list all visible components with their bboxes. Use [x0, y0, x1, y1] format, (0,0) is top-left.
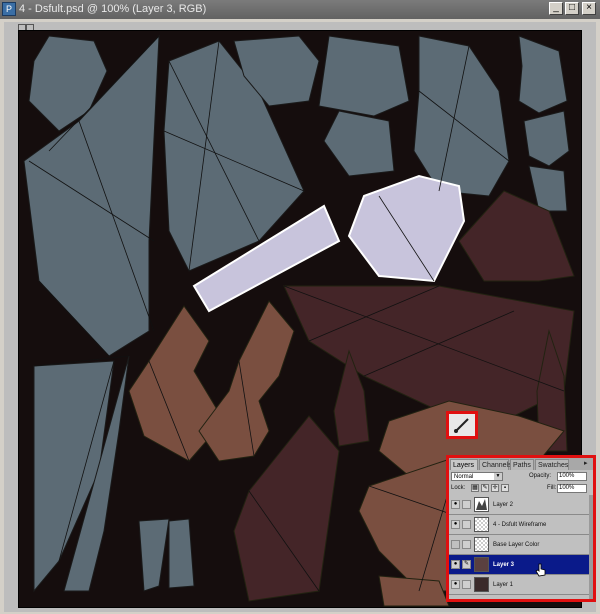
eye-icon[interactable]: [451, 540, 460, 549]
layer-row-layer-2[interactable]: ● Layer 2: [449, 495, 589, 515]
link-toggle[interactable]: [462, 540, 471, 549]
layer-row-base-layer-color[interactable]: Base Layer Color: [449, 535, 589, 555]
link-toggle[interactable]: [462, 520, 471, 529]
fill-field[interactable]: 100%: [557, 484, 587, 493]
lock-all-icon[interactable]: ▪: [501, 484, 509, 492]
layer-name: Base Layer Color: [493, 542, 540, 548]
layers-scrollbar[interactable]: [589, 495, 593, 599]
hand-cursor-icon: [535, 563, 547, 582]
tab-layers[interactable]: Layers: [450, 459, 478, 470]
blend-mode-value: Normal: [454, 474, 474, 480]
layer-name: Layer 3: [493, 562, 515, 568]
fill-label: Fill:: [547, 485, 557, 491]
eye-icon[interactable]: ●: [451, 520, 460, 529]
layer-name: Layer 2: [493, 502, 514, 508]
layers-panel: Layers Channels Paths Swatches ▸ Normal …: [449, 458, 593, 599]
minimize-button[interactable]: _: [549, 2, 563, 15]
layers-list: ● Layer 2 ● 4 - Dsfult Wireframe Base La…: [449, 495, 589, 599]
window-title: 4 - Dsfult.psd @ 100% (Layer 3, RGB): [19, 3, 207, 15]
lock-image-icon[interactable]: ✎: [481, 484, 489, 492]
close-button[interactable]: ×: [582, 2, 596, 15]
link-toggle[interactable]: [462, 500, 471, 509]
layer-row-layer-1[interactable]: ● Layer 1: [449, 575, 589, 595]
tab-channels[interactable]: Channels: [479, 459, 512, 470]
chevron-down-icon: ▼: [494, 473, 502, 480]
eye-icon[interactable]: ●: [451, 500, 460, 509]
opacity-label: Opacity:: [529, 473, 552, 479]
layer-row-wireframe[interactable]: ● 4 - Dsfult Wireframe: [449, 515, 589, 535]
tab-paths[interactable]: Paths: [510, 459, 534, 470]
layer-thumbnail: [474, 577, 489, 592]
panel-menu-icon[interactable]: ▸: [584, 460, 592, 468]
opacity-field[interactable]: 100%: [557, 472, 587, 481]
layer-name: Layer 1: [493, 582, 514, 588]
brush-icon: [454, 418, 469, 433]
brush-icon[interactable]: ✎: [462, 560, 471, 569]
eye-icon[interactable]: ●: [451, 580, 460, 589]
document-icon: P: [2, 2, 16, 16]
tab-swatches[interactable]: Swatches: [535, 459, 569, 470]
lock-transparency-icon[interactable]: ▦: [471, 484, 479, 492]
title-bar[interactable]: P 4 - Dsfult.psd @ 100% (Layer 3, RGB) _…: [0, 0, 600, 19]
blend-mode-select[interactable]: Normal ▼: [451, 472, 503, 481]
layer-name: 4 - Dsfult Wireframe: [493, 522, 547, 528]
layer-thumbnail: [474, 557, 489, 572]
maximize-button[interactable]: □: [565, 2, 579, 15]
lock-label: Lock:: [451, 485, 466, 491]
lock-row: Lock: ▦ ✎ ✛ ▪ Fill: 100%: [449, 483, 593, 494]
layer-thumbnail: [474, 537, 489, 552]
panel-tabs: Layers Channels Paths Swatches ▸: [449, 458, 593, 470]
document-window: P 4 - Dsfult.psd @ 100% (Layer 3, RGB) _…: [0, 0, 600, 614]
brush-tool-highlight[interactable]: [446, 411, 478, 439]
link-toggle[interactable]: [462, 580, 471, 589]
lock-position-icon[interactable]: ✛: [491, 484, 499, 492]
layer-thumbnail: [474, 497, 489, 512]
layer-row-layer-3[interactable]: ● ✎ Layer 3: [449, 555, 589, 575]
blend-row: Normal ▼ Opacity: 100%: [449, 471, 593, 483]
eye-icon[interactable]: ●: [451, 560, 460, 569]
layer-thumbnail: [474, 517, 489, 532]
